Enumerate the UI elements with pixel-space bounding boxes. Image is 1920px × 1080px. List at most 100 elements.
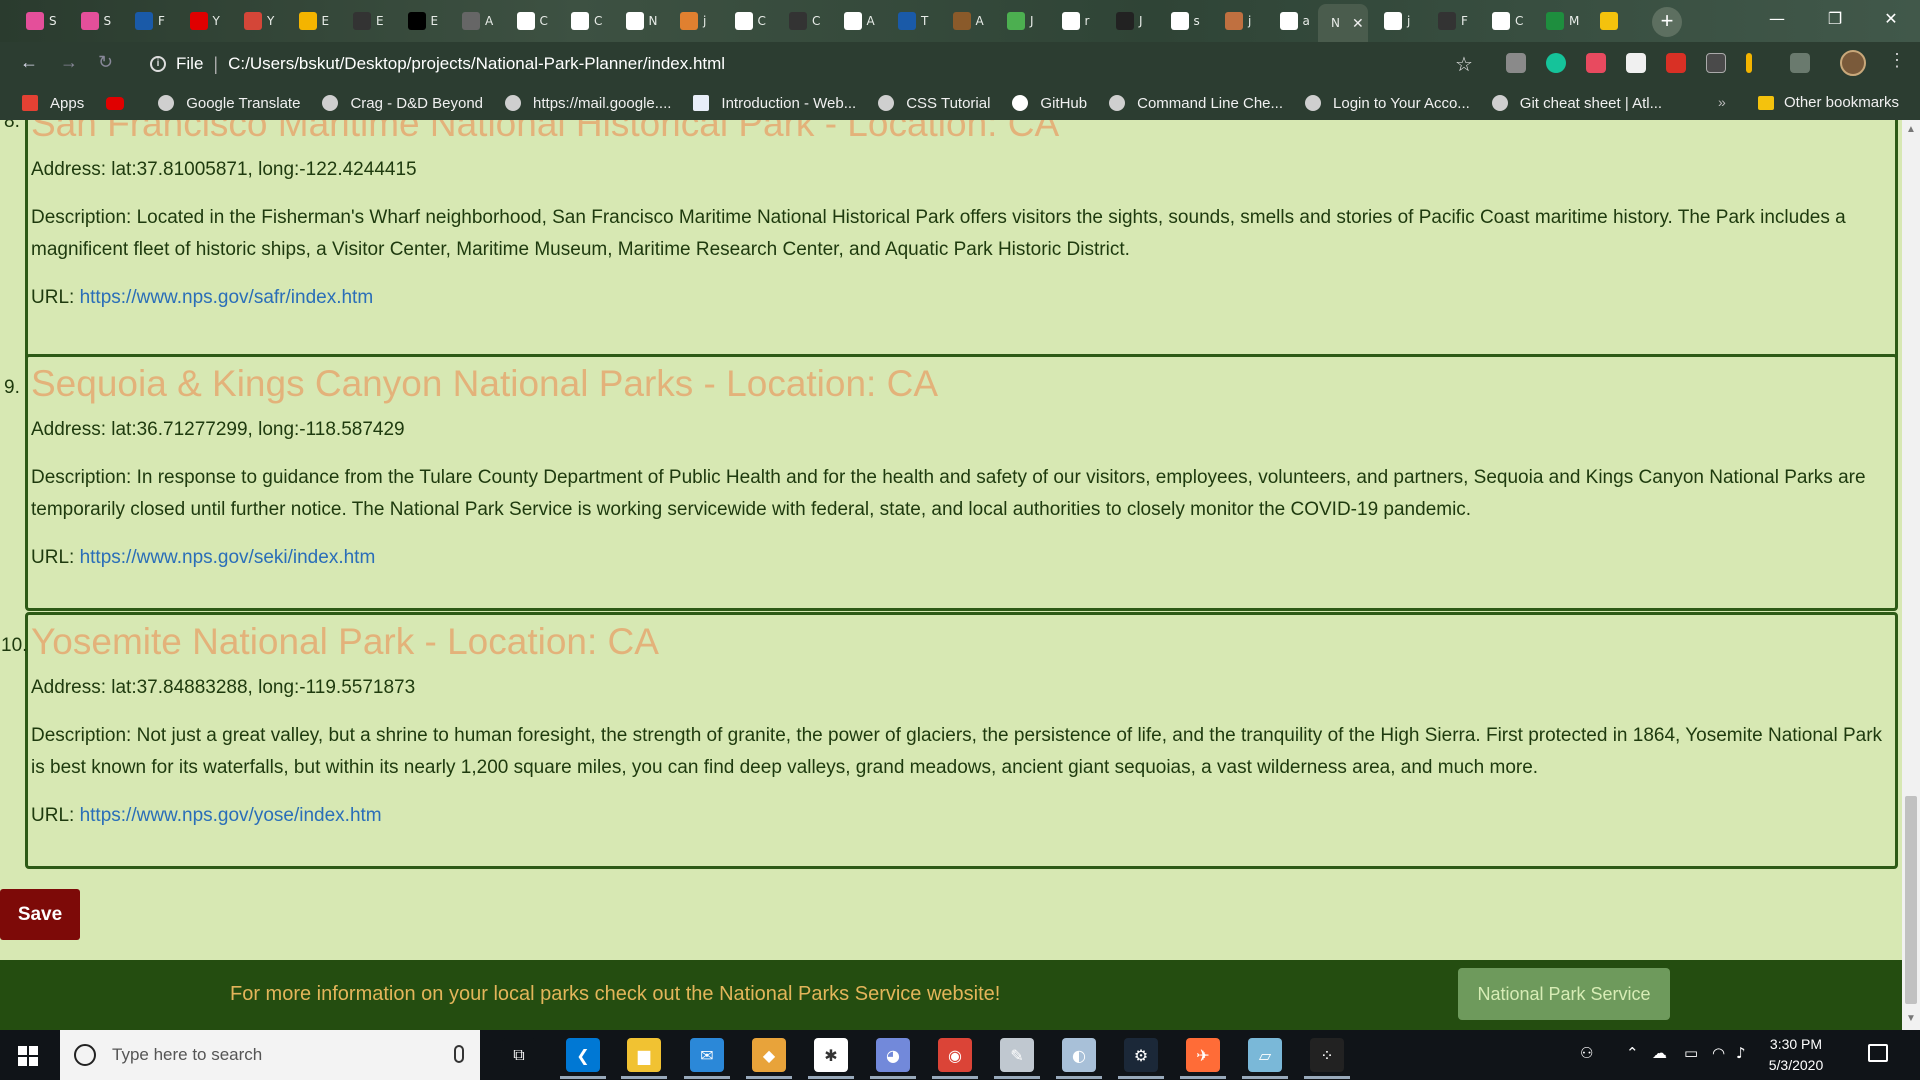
browser-tab[interactable]: E [345,6,384,36]
browser-tab[interactable]: S [18,6,57,36]
browser-tab[interactable]: N [618,6,657,36]
slack-icon[interactable]: ✱ [814,1038,848,1072]
forward-icon[interactable]: → [60,52,78,73]
bookmark-item[interactable]: Google Translate [158,95,300,112]
browser-tab[interactable]: T [890,6,928,36]
discord-icon[interactable]: ◕ [876,1038,910,1072]
bookmark-item[interactable]: Login to Your Acco... [1305,95,1470,112]
mail-icon[interactable]: ✉ [690,1038,724,1072]
chrome-icon[interactable]: ◉ [938,1038,972,1072]
notifications-icon[interactable] [1868,1044,1888,1062]
taskbar-clock[interactable]: 3:30 PM 5/3/2020 [1756,1034,1836,1076]
park-url-label: URL: [31,547,80,568]
browser-tab[interactable]: s [1163,6,1200,36]
microphone-icon[interactable] [454,1045,464,1063]
grammarly-icon[interactable] [1546,53,1566,73]
taskbar-search[interactable]: Type here to search [60,1030,480,1080]
onedrive-icon[interactable]: ☁ [1652,1044,1667,1062]
minimize-icon[interactable]: — [1748,0,1806,38]
paint-brush-icon[interactable]: ✎ [1000,1038,1034,1072]
browser-tab[interactable]: j [1217,6,1251,36]
steam-icon[interactable]: ⚙ [1124,1038,1158,1072]
screen-recorder-icon[interactable] [1586,53,1606,73]
bookmark-item[interactable]: CSS Tutorial [878,95,990,112]
bookmark-item[interactable]: https://mail.google.... [505,95,671,112]
volume-icon[interactable]: ♪ [1736,1044,1746,1062]
scrollbar-thumb[interactable] [1905,796,1917,1004]
git-icon[interactable]: ◆ [752,1038,786,1072]
palette-icon[interactable]: ◐ [1062,1038,1096,1072]
scroll-up-icon[interactable]: ▲ [1906,124,1916,135]
page-scrollbar[interactable]: ▲ ▼ [1902,120,1920,1030]
new-tab-button[interactable]: + [1652,7,1682,37]
people-icon[interactable]: ⚇ [1580,1044,1593,1062]
browser-tab[interactable]: a [1272,6,1310,36]
bookmark-star-icon[interactable]: ☆ [1455,52,1473,77]
back-icon[interactable]: ← [20,52,38,73]
dots-app-icon[interactable]: ⁘ [1310,1038,1344,1072]
browser-tab[interactable]: M [1538,6,1579,36]
vscode-icon[interactable]: ❮ [566,1038,600,1072]
address-url[interactable]: C:/Users/bskut/Desktop/projects/National… [228,54,725,74]
browser-tab[interactable]: A [945,6,984,36]
browser-tab[interactable]: C [781,6,820,36]
browser-tab[interactable]: C [509,6,548,36]
browser-tab[interactable]: J [1108,6,1143,36]
browser-tab[interactable]: r [1054,6,1089,36]
bookmark-item[interactable]: Apps [22,95,84,112]
battery-icon[interactable]: ▭ [1684,1044,1698,1062]
window-capture-icon[interactable] [1706,53,1726,73]
bars-icon[interactable] [1746,53,1752,73]
scroll-down-icon[interactable]: ▼ [1906,1013,1916,1024]
close-window-icon[interactable]: ✕ [1862,0,1920,38]
tab-active[interactable]: N ✕ [1318,4,1368,42]
task-view-icon[interactable]: ⧉ [502,1038,536,1072]
bookmark-item[interactable]: Crag - D&D Beyond [322,95,483,112]
bookmarks-overflow-icon[interactable]: » [1718,94,1726,110]
site-info-icon[interactable]: i [150,56,166,72]
browser-tab[interactable]: F [1430,6,1468,36]
notes-icon[interactable]: ▱ [1248,1038,1282,1072]
browser-tab[interactable]: Y [236,6,274,36]
park-url-link[interactable]: https://www.nps.gov/yose/index.htm [80,805,382,826]
browser-tab[interactable]: A [836,6,875,36]
national-park-service-button[interactable]: National Park Service [1458,968,1670,1020]
reload-icon[interactable]: ↻ [98,52,113,73]
file-explorer-icon[interactable]: ▆ [627,1038,661,1072]
browser-tab[interactable] [1592,6,1623,36]
browser-tab[interactable]: E [291,6,329,36]
park-url-link[interactable]: https://www.nps.gov/seki/index.htm [80,547,376,568]
browser-tab[interactable]: A [454,6,493,36]
bookmark-item[interactable] [106,96,136,110]
gift-icon[interactable] [1666,53,1686,73]
bookmark-item[interactable]: Introduction - Web... [693,95,856,112]
wifi-icon[interactable]: ◠ [1712,1044,1725,1062]
browser-tab[interactable]: j [672,6,706,36]
bookmark-item[interactable]: GitHub [1012,95,1087,112]
extension-icon[interactable] [1506,53,1526,73]
tray-chevron-icon[interactable]: ⌃ [1626,1044,1639,1062]
browser-tab[interactable]: j [1376,6,1410,36]
profile-avatar[interactable] [1840,50,1866,76]
postman-icon[interactable]: ✈ [1186,1038,1220,1072]
park-url-link[interactable]: https://www.nps.gov/safr/index.htm [80,287,374,308]
save-button[interactable]: Save [0,889,80,940]
close-tab-icon[interactable]: ✕ [1352,15,1364,32]
restore-icon[interactable]: ❐ [1806,0,1864,38]
browser-tab[interactable]: C [563,6,602,36]
tab-title: Y [212,14,220,28]
address-bar[interactable]: i File | C:/Users/bskut/Desktop/projects… [130,48,1490,80]
browser-tab[interactable]: S [73,6,111,36]
browser-tab[interactable]: E [400,6,438,36]
browser-menu-icon[interactable]: ⋮ [1888,50,1906,71]
browser-tab[interactable]: F [127,6,165,36]
other-bookmarks[interactable]: Other bookmarks [1758,94,1899,111]
bookmark-item[interactable]: Command Line Che... [1109,95,1283,112]
browser-tab[interactable]: C [1484,6,1523,36]
hand-icon[interactable] [1626,53,1646,73]
bookmark-item[interactable]: Git cheat sheet | Atl... [1491,95,1662,112]
windows-start-icon[interactable] [18,1046,38,1066]
browser-tab[interactable]: Y [182,6,220,36]
browser-tab[interactable]: J [999,6,1034,36]
browser-tab[interactable]: C [727,6,766,36]
